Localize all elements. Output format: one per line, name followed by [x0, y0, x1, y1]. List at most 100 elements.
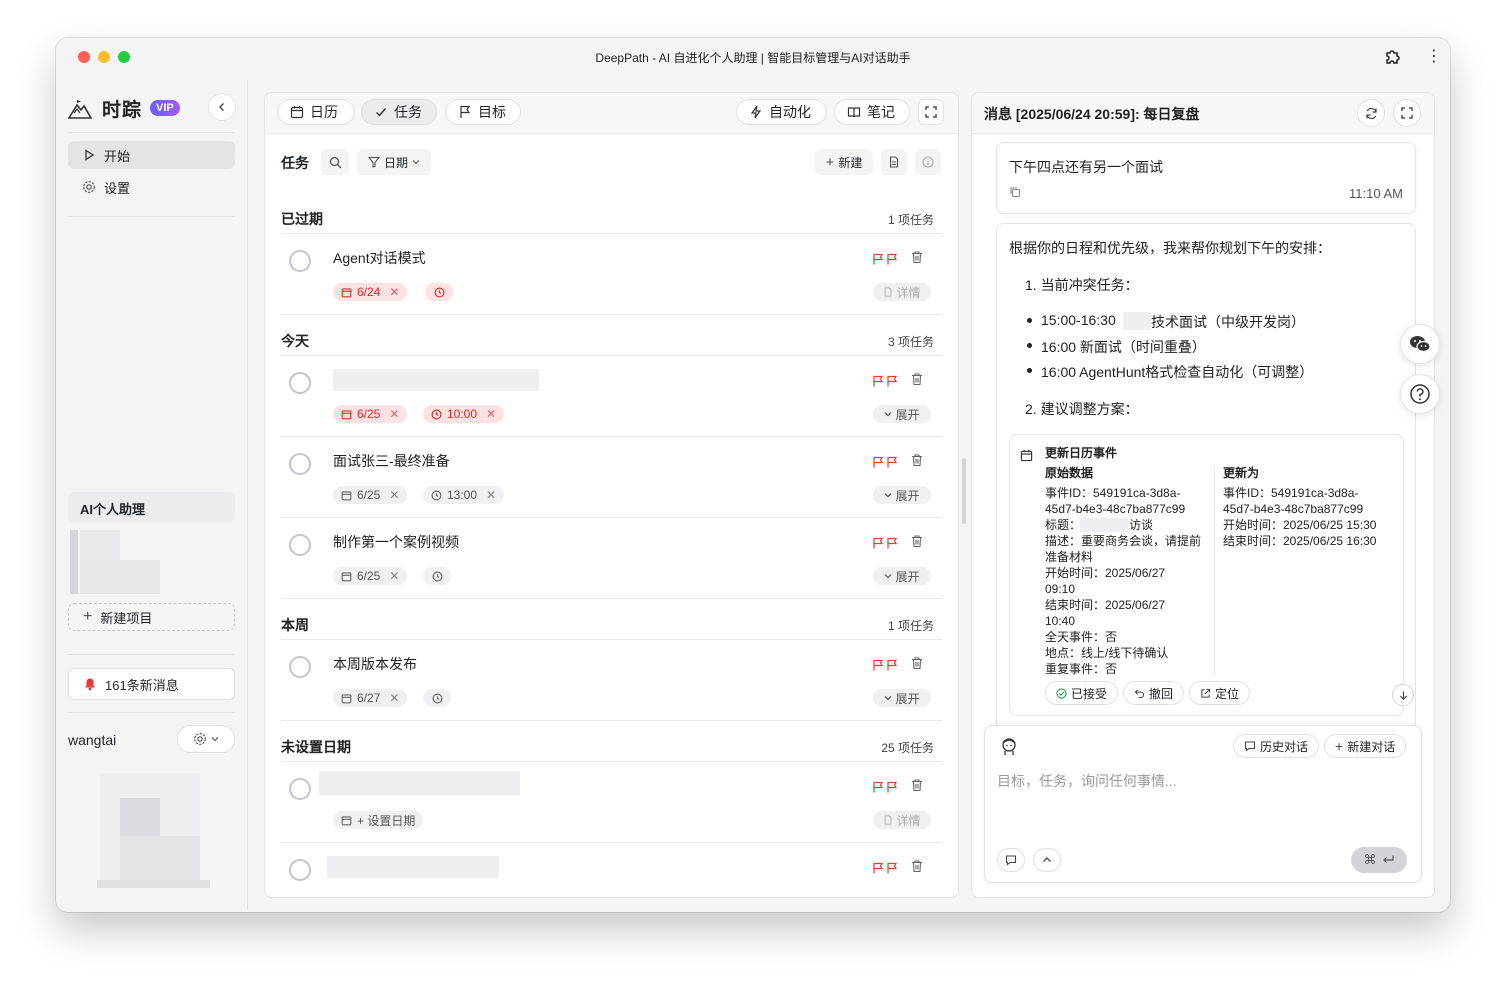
task-checkbox[interactable] [289, 859, 311, 881]
details-button[interactable]: 详情 [873, 283, 931, 301]
document-button[interactable] [881, 149, 907, 175]
task-checkbox[interactable] [289, 656, 311, 678]
task-title[interactable]: 制作第一个案例视频 [333, 532, 459, 552]
collapse-up-button[interactable] [1033, 848, 1061, 872]
wechat-button[interactable] [1400, 324, 1440, 364]
collapse-sidebar-button[interactable] [208, 93, 236, 121]
divider [281, 639, 942, 640]
remove-icon[interactable]: ✕ [389, 285, 399, 299]
automation-button[interactable]: 自动化 [736, 99, 827, 125]
divider [281, 598, 942, 599]
task-checkbox[interactable] [289, 250, 311, 272]
remove-icon[interactable]: ✕ [486, 488, 496, 502]
trash-icon[interactable] [910, 778, 924, 792]
trash-icon[interactable] [910, 859, 924, 873]
task-checkbox[interactable] [289, 372, 311, 394]
chevron-down-icon [885, 574, 892, 579]
details-button[interactable]: 详情 [873, 811, 931, 829]
trash-icon[interactable] [910, 656, 924, 670]
new-chat-button[interactable]: + 新建对话 [1324, 734, 1407, 758]
date-chip[interactable]: 6/25 ✕ [333, 486, 408, 504]
gear-icon [82, 180, 96, 194]
set-date-chip[interactable]: + 设置日期 [333, 811, 424, 829]
trash-icon[interactable] [910, 453, 924, 467]
brand: 时踪 VIP [68, 94, 180, 122]
accepted-button[interactable]: 已接受 [1045, 681, 1119, 705]
date-chip[interactable]: 6/27 ✕ [333, 689, 408, 707]
scroll-down-button[interactable] [1392, 684, 1414, 706]
panel-resize-handle[interactable] [962, 458, 966, 524]
priority-flags[interactable] [872, 253, 898, 265]
ai-assistant-section[interactable]: AI个人助理 [68, 492, 235, 522]
task-checkbox[interactable] [289, 453, 311, 475]
nav-item-settings[interactable]: 设置 [68, 173, 235, 201]
locate-button[interactable]: 定位 [1189, 681, 1251, 705]
expand-task-button[interactable]: 展开 [873, 405, 931, 423]
help-button[interactable] [1400, 374, 1440, 414]
info-button[interactable] [915, 149, 941, 175]
time-chip[interactable] [423, 567, 451, 585]
tab-label: 日历 [310, 104, 338, 120]
flag-icon [887, 253, 898, 265]
expand-chat-button[interactable] [1393, 99, 1421, 127]
priority-flags[interactable] [872, 781, 898, 793]
priority-flags[interactable] [872, 375, 898, 387]
priority-flags[interactable] [872, 537, 898, 549]
undo-button[interactable]: 撤回 [1123, 681, 1185, 705]
time-chip[interactable] [425, 283, 453, 301]
tab-tasks[interactable]: 任务 [361, 99, 437, 125]
refresh-button[interactable] [1357, 99, 1385, 127]
task-checkbox[interactable] [289, 534, 311, 556]
new-project-button[interactable]: + 新建项目 [68, 603, 235, 631]
task-title[interactable]: 本周版本发布 [333, 654, 417, 674]
sidebar: 时踪 VIP 开始 设置 AI个人助理 + 新建项目 161条新消息 wangt… [56, 80, 248, 910]
trash-icon[interactable] [910, 534, 924, 548]
chevron-left-icon [219, 103, 224, 111]
send-button[interactable]: ⌘ [1351, 847, 1407, 873]
remove-icon[interactable]: ✕ [389, 407, 399, 421]
tab-goals[interactable]: 目标 [445, 99, 521, 125]
history-label: 历史对话 [1260, 739, 1309, 754]
task-title[interactable]: Agent对话模式 [333, 248, 426, 268]
expand-task-button[interactable]: 展开 [873, 567, 931, 585]
priority-flags[interactable] [872, 456, 898, 468]
date-filter-dropdown[interactable]: 日期 [357, 149, 431, 175]
user-settings-button[interactable] [177, 725, 235, 753]
search-button[interactable] [321, 149, 349, 175]
copy-icon[interactable] [1009, 186, 1021, 198]
chat-input[interactable]: 目标，任务，询问任何事情... [997, 771, 1177, 791]
document-icon [885, 287, 892, 297]
priority-flags[interactable] [872, 659, 898, 671]
task-checkbox[interactable] [289, 778, 311, 800]
tab-calendar[interactable]: 日历 [277, 99, 355, 125]
time-chip[interactable]: 10:00 ✕ [423, 405, 505, 423]
nav-item-start[interactable]: 开始 [68, 141, 235, 169]
extension-icon[interactable] [1384, 48, 1402, 66]
expand-button[interactable] [918, 99, 944, 125]
remove-icon[interactable]: ✕ [389, 569, 399, 583]
expand-task-button[interactable]: 展开 [873, 689, 931, 707]
date-chip[interactable]: 6/25 ✕ [333, 567, 408, 585]
date-chip[interactable]: 6/25 ✕ [333, 405, 408, 423]
priority-flags[interactable] [872, 862, 898, 874]
new-messages-button[interactable]: 161条新消息 [68, 668, 235, 700]
task-title[interactable]: 面试张三-最终准备 [333, 451, 450, 471]
date-chip[interactable]: 6/24 ✕ [333, 283, 408, 301]
time-chip[interactable]: 13:00 ✕ [423, 486, 505, 504]
date-chip-label: 6/24 [357, 285, 381, 299]
chat-mode-button[interactable] [997, 848, 1025, 872]
history-button[interactable]: 历史对话 [1233, 734, 1320, 758]
remove-icon[interactable]: ✕ [486, 407, 496, 421]
divider [1214, 465, 1215, 677]
time-chip[interactable] [423, 689, 451, 707]
remove-icon[interactable]: ✕ [389, 488, 399, 502]
new-task-button[interactable]: + 新建 [815, 149, 873, 175]
remove-icon[interactable]: ✕ [389, 691, 399, 705]
expand-task-button[interactable]: 展开 [873, 486, 931, 504]
trash-icon[interactable] [910, 250, 924, 264]
undo-label: 撤回 [1149, 686, 1174, 701]
action-label: 展开 [895, 407, 920, 422]
notes-button[interactable]: 笔记 [834, 99, 910, 125]
trash-icon[interactable] [910, 372, 924, 386]
more-menu-icon[interactable]: ⋮ [1426, 47, 1442, 67]
